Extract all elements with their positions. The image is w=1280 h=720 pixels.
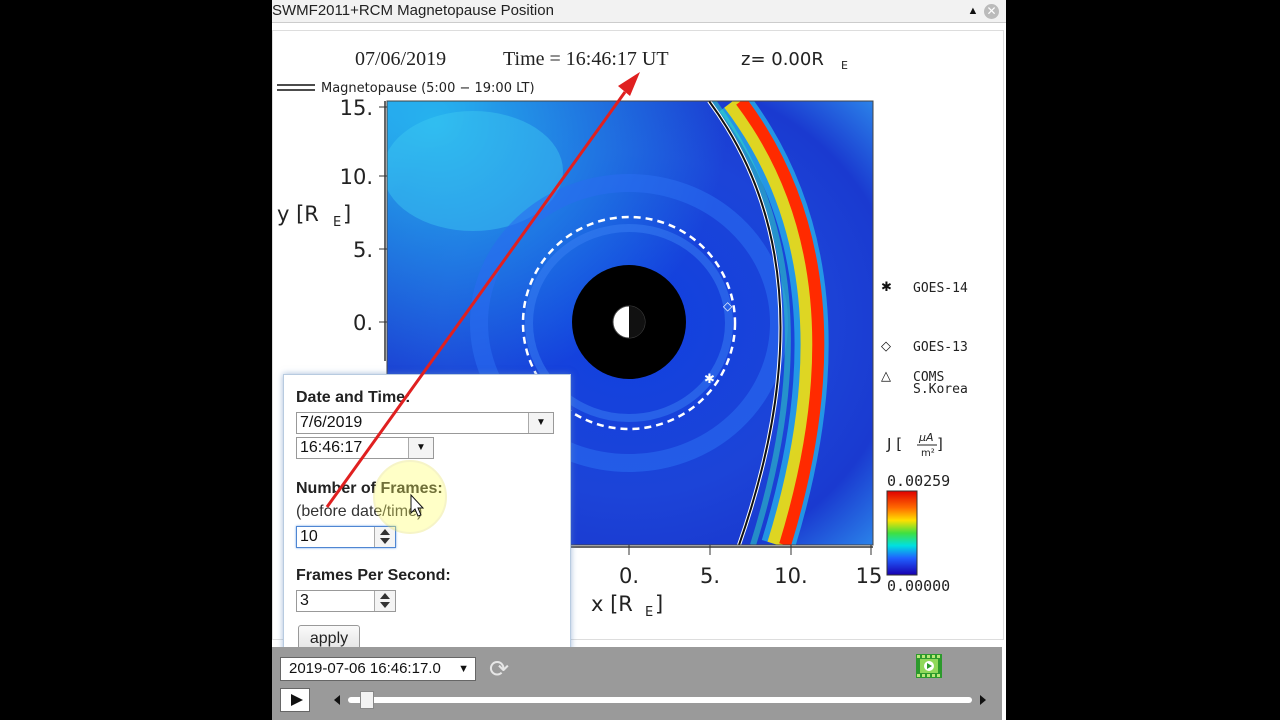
animation-controls: 2019-07-06 16:46:17.0 ▼ ⟳ <box>272 647 1002 720</box>
date-combo[interactable]: 7/6/2019 ▼ <box>296 412 554 434</box>
stepper-arrows-icon[interactable] <box>374 591 395 611</box>
fps-label: Frames Per Second: <box>296 567 451 584</box>
satellite-label-coms-2: S.Korea <box>913 382 968 397</box>
svg-text:✱: ✱ <box>704 372 715 387</box>
x-axis-label: x [R <box>591 592 633 616</box>
slider-step-forward-icon[interactable] <box>980 695 986 705</box>
collapse-icon[interactable]: ▲ <box>966 4 980 18</box>
animation-settings-popup: Date and Time: 7/6/2019 ▼ 16:46:17 ▼ Num… <box>283 374 571 677</box>
svg-text:]: ] <box>937 435 943 453</box>
close-icon[interactable]: ✕ <box>984 4 999 19</box>
header-z: z= 0.00R <box>741 49 824 70</box>
svg-text:]: ] <box>343 202 351 226</box>
date-time-label: Date and Time: <box>296 389 411 406</box>
y-axis-sub: E <box>333 215 341 230</box>
slider-step-back-icon[interactable] <box>334 695 340 705</box>
svg-text:]: ] <box>655 592 663 616</box>
y-tick: 0. <box>353 311 373 335</box>
movie-icon[interactable] <box>915 652 943 680</box>
colorbar-unit-bottom: m² <box>921 448 935 459</box>
fps-stepper[interactable]: 3 <box>296 590 396 612</box>
coms-marker: △ <box>881 369 891 384</box>
x-tick: 10. <box>774 564 807 588</box>
y-axis-label: y [R <box>277 202 319 226</box>
colorbar-max: 0.00259 <box>887 472 950 490</box>
goes13-marker: ◇ <box>881 339 891 354</box>
magnetopause-figure: 07/06/2019 Time = 16:46:17 UT z= 0.00R E… <box>272 30 1004 677</box>
panel-title: SWMF2011+RCM Magnetopause Position <box>272 2 554 19</box>
stepper-arrows-icon[interactable] <box>374 527 395 547</box>
header-time: Time = 16:46:17 UT <box>503 48 669 70</box>
date-value: 7/6/2019 <box>300 414 363 431</box>
x-axis-sub: E <box>645 605 653 620</box>
y-tick: 10. <box>340 165 373 189</box>
time-value: 16:46:17 <box>300 439 363 456</box>
magnetopause-panel: SWMF2011+RCM Magnetopause Position ▲ ✕ 0… <box>272 0 1006 720</box>
frames-hint: (before date/time) <box>296 503 423 520</box>
colorbar <box>886 490 918 576</box>
legend-magnetopause: Magnetopause (5:00 − 19:00 LT) <box>321 81 535 96</box>
time-select[interactable]: 2019-07-06 16:46:17.0 ▼ <box>280 657 476 681</box>
header-z-sub: E <box>841 59 848 72</box>
refresh-icon[interactable]: ⟳ <box>486 657 512 683</box>
x-tick: 15 <box>856 564 883 588</box>
satellite-label-goes13: GOES-13 <box>913 340 968 355</box>
goes14-marker: ✱ <box>881 280 892 295</box>
x-tick: 5. <box>700 564 720 588</box>
frames-label: Number of Frames: <box>296 480 443 497</box>
frames-value: 10 <box>300 528 318 545</box>
current-time-value: 2019-07-06 16:46:17.0 <box>289 660 441 677</box>
time-slider-thumb[interactable] <box>360 691 375 709</box>
y-tick: 5. <box>353 238 373 262</box>
y-tick: 15. <box>340 96 373 120</box>
frames-stepper[interactable]: 10 <box>296 526 396 548</box>
header-date: 07/06/2019 <box>355 48 446 70</box>
colorbar-label: J [ <box>886 435 902 453</box>
play-icon[interactable] <box>280 688 310 712</box>
chevron-down-icon[interactable]: ▼ <box>408 438 433 458</box>
time-slider-track[interactable] <box>348 697 972 703</box>
colorbar-min: 0.00000 <box>887 577 950 595</box>
fps-value: 3 <box>300 592 309 609</box>
chevron-down-icon[interactable]: ▼ <box>528 413 553 433</box>
time-combo[interactable]: 16:46:17 ▼ <box>296 437 434 459</box>
x-tick: 0. <box>619 564 639 588</box>
satellite-label-goes14: GOES-14 <box>913 281 968 296</box>
chevron-down-icon[interactable]: ▼ <box>458 658 469 680</box>
svg-text:◇: ◇ <box>723 299 733 313</box>
panel-titlebar: SWMF2011+RCM Magnetopause Position ▲ ✕ <box>272 0 1006 23</box>
colorbar-unit-top: μA <box>918 431 934 444</box>
